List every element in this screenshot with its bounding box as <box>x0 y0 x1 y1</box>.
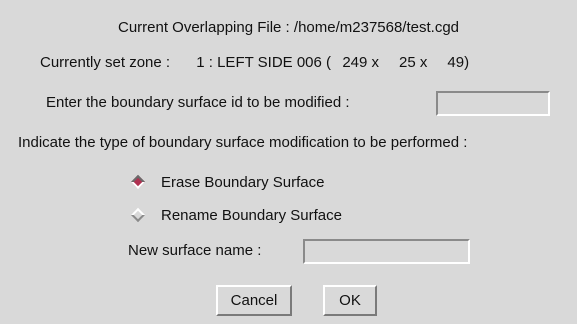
radio-unselected-icon <box>130 207 146 223</box>
boundary-id-prompt: Enter the boundary surface id to be modi… <box>46 94 350 111</box>
current-zone-value: 1 : LEFT SIDE 006 ( 249 x 25 x 49) <box>196 54 469 71</box>
zone-dim-j: 25 <box>399 54 416 71</box>
modification-type-prompt: Indicate the type of boundary surface mo… <box>18 134 468 151</box>
current-file-line: Current Overlapping File : /home/m237568… <box>0 17 577 39</box>
zone-name: LEFT SIDE 006 <box>217 54 322 71</box>
zone-dim-k: 49 <box>447 54 465 71</box>
rename-boundary-label: Rename Boundary Surface <box>161 207 342 224</box>
current-file-value: /home/m237568/test.cgd <box>293 19 460 36</box>
zone-id: 1 <box>196 54 205 71</box>
zone-dim-i: 249 <box>342 54 368 71</box>
ok-button[interactable]: OK <box>323 285 377 316</box>
cancel-button[interactable]: Cancel <box>216 285 292 316</box>
current-zone-label: Currently set zone : <box>40 54 171 71</box>
radio-selected-icon <box>130 174 146 190</box>
boundary-id-input[interactable] <box>436 91 550 116</box>
erase-boundary-label: Erase Boundary Surface <box>161 174 325 191</box>
current-file-label: Current Overlapping File : <box>117 19 290 36</box>
new-surface-name-input[interactable] <box>303 239 470 264</box>
new-surface-name-label: New surface name : <box>128 242 262 259</box>
current-zone-line: Currently set zone : 1 : LEFT SIDE 006 (… <box>40 52 469 74</box>
